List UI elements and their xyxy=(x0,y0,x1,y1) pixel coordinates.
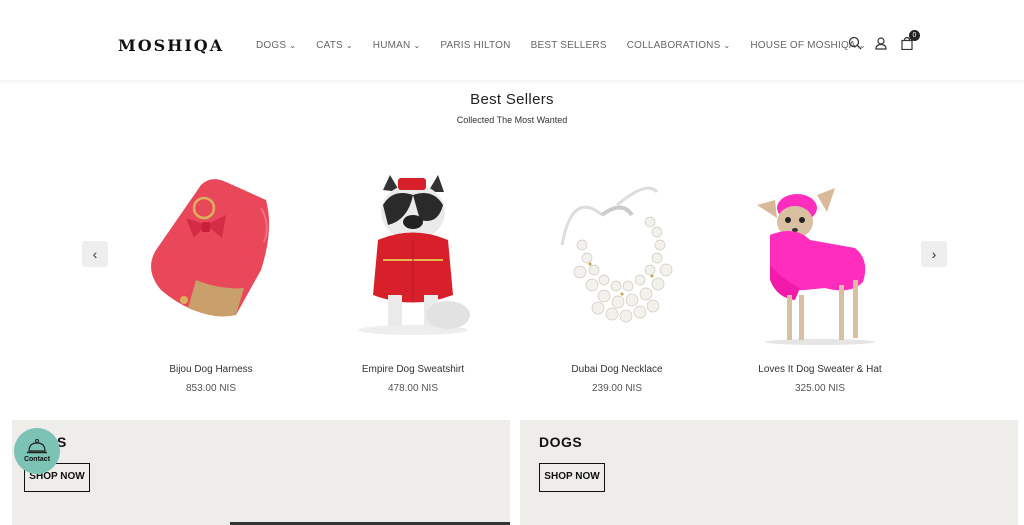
banner-title: DOGS xyxy=(539,434,583,450)
nav-label: HUMAN xyxy=(372,40,411,51)
nav-label: DOGS xyxy=(256,40,287,51)
product-card-loves-it-sweater[interactable]: Loves It Dog Sweater & Hat 325.00 NIS xyxy=(735,170,905,394)
product-card-empire-sweatshirt[interactable]: Empire Dog Sweatshirt 478.00 NIS xyxy=(328,170,498,394)
contact-label: Contact xyxy=(23,456,51,463)
product-name[interactable]: Empire Dog Sweatshirt xyxy=(328,364,498,375)
shop-now-button[interactable]: SHOP NOW xyxy=(539,463,605,492)
nav-label: CATS xyxy=(316,40,343,51)
product-price: 239.00 NIS xyxy=(591,383,643,394)
pink-sweater-dog-image xyxy=(757,188,875,345)
product-price: 325.00 NIS xyxy=(794,383,846,394)
cart-icon[interactable]: 0 xyxy=(900,30,920,51)
product-name[interactable]: Loves It Dog Sweater & Hat xyxy=(735,364,905,375)
cart-count-badge: 0 xyxy=(909,30,920,41)
harness-image xyxy=(151,179,270,317)
chevron-right-icon: › xyxy=(931,246,937,262)
header-icons: 0 xyxy=(848,30,920,51)
carousel-prev-button[interactable]: ‹ xyxy=(82,241,108,267)
product-card-dubai-necklace[interactable]: Dubai Dog Necklace 239.00 NIS xyxy=(532,170,702,394)
product-price: 853.00 NIS xyxy=(185,383,237,394)
product-card-bijou-harness[interactable]: Bijou Dog Harness 853.00 NIS xyxy=(126,170,296,394)
product-name[interactable]: Bijou Dog Harness xyxy=(126,364,296,375)
nav-item-paris-hilton[interactable]: PARIS HILTON xyxy=(440,40,510,51)
site-header: MOSHIQA DOGS ⌄ CATS ⌄ HUMAN ⌄ PARIS HILTON … xyxy=(0,0,1024,80)
search-icon[interactable] xyxy=(848,36,862,50)
banner-left[interactable]: S SHOP NOW xyxy=(12,420,510,525)
chevron-down-icon: ⌄ xyxy=(289,41,297,50)
nav-label: PARIS HILTON xyxy=(440,40,511,51)
necklace-image xyxy=(560,186,673,323)
chevron-left-icon: ‹ xyxy=(92,246,98,262)
nav-label: COLLABORATIONS xyxy=(626,40,721,51)
product-name[interactable]: Dubai Dog Necklace xyxy=(532,364,702,375)
contact-button[interactable]: Contact xyxy=(14,428,60,474)
product-image[interactable] xyxy=(735,170,905,350)
carousel-next-button[interactable]: › xyxy=(921,241,947,267)
account-icon[interactable] xyxy=(874,36,888,50)
section-title: Best Sellers xyxy=(470,91,554,108)
service-bell-icon xyxy=(27,439,47,454)
nav-item-collaborations[interactable]: COLLABORATIONS ⌄ xyxy=(627,40,731,51)
nav-item-cats[interactable]: CATS ⌄ xyxy=(316,40,353,51)
nav-label: BEST SELLERS xyxy=(530,40,607,51)
product-image[interactable] xyxy=(126,170,296,350)
chevron-down-icon: ⌄ xyxy=(723,41,731,50)
product-price: 478.00 NIS xyxy=(387,383,439,394)
product-image[interactable] xyxy=(532,170,702,350)
nav-item-human[interactable]: HUMAN ⌄ xyxy=(373,40,421,51)
main-nav: DOGS ⌄ CATS ⌄ HUMAN ⌄ PARIS HILTON BEST SEL… xyxy=(256,40,886,51)
nav-item-best-sellers[interactable]: BEST SELLERS xyxy=(531,40,607,51)
banner-dogs[interactable]: DOGS SHOP NOW xyxy=(520,420,1018,525)
sweatshirt-dog-image xyxy=(358,175,470,335)
nav-item-dogs[interactable]: DOGS ⌄ xyxy=(256,40,296,51)
chevron-down-icon: ⌄ xyxy=(413,41,421,50)
chevron-down-icon: ⌄ xyxy=(345,41,353,50)
section-subtitle: Collected The Most Wanted xyxy=(456,115,568,125)
nav-label: HOUSE OF MOSHIQA xyxy=(750,40,856,51)
site-logo[interactable]: MOSHIQA xyxy=(118,36,224,55)
product-image[interactable] xyxy=(328,170,498,350)
